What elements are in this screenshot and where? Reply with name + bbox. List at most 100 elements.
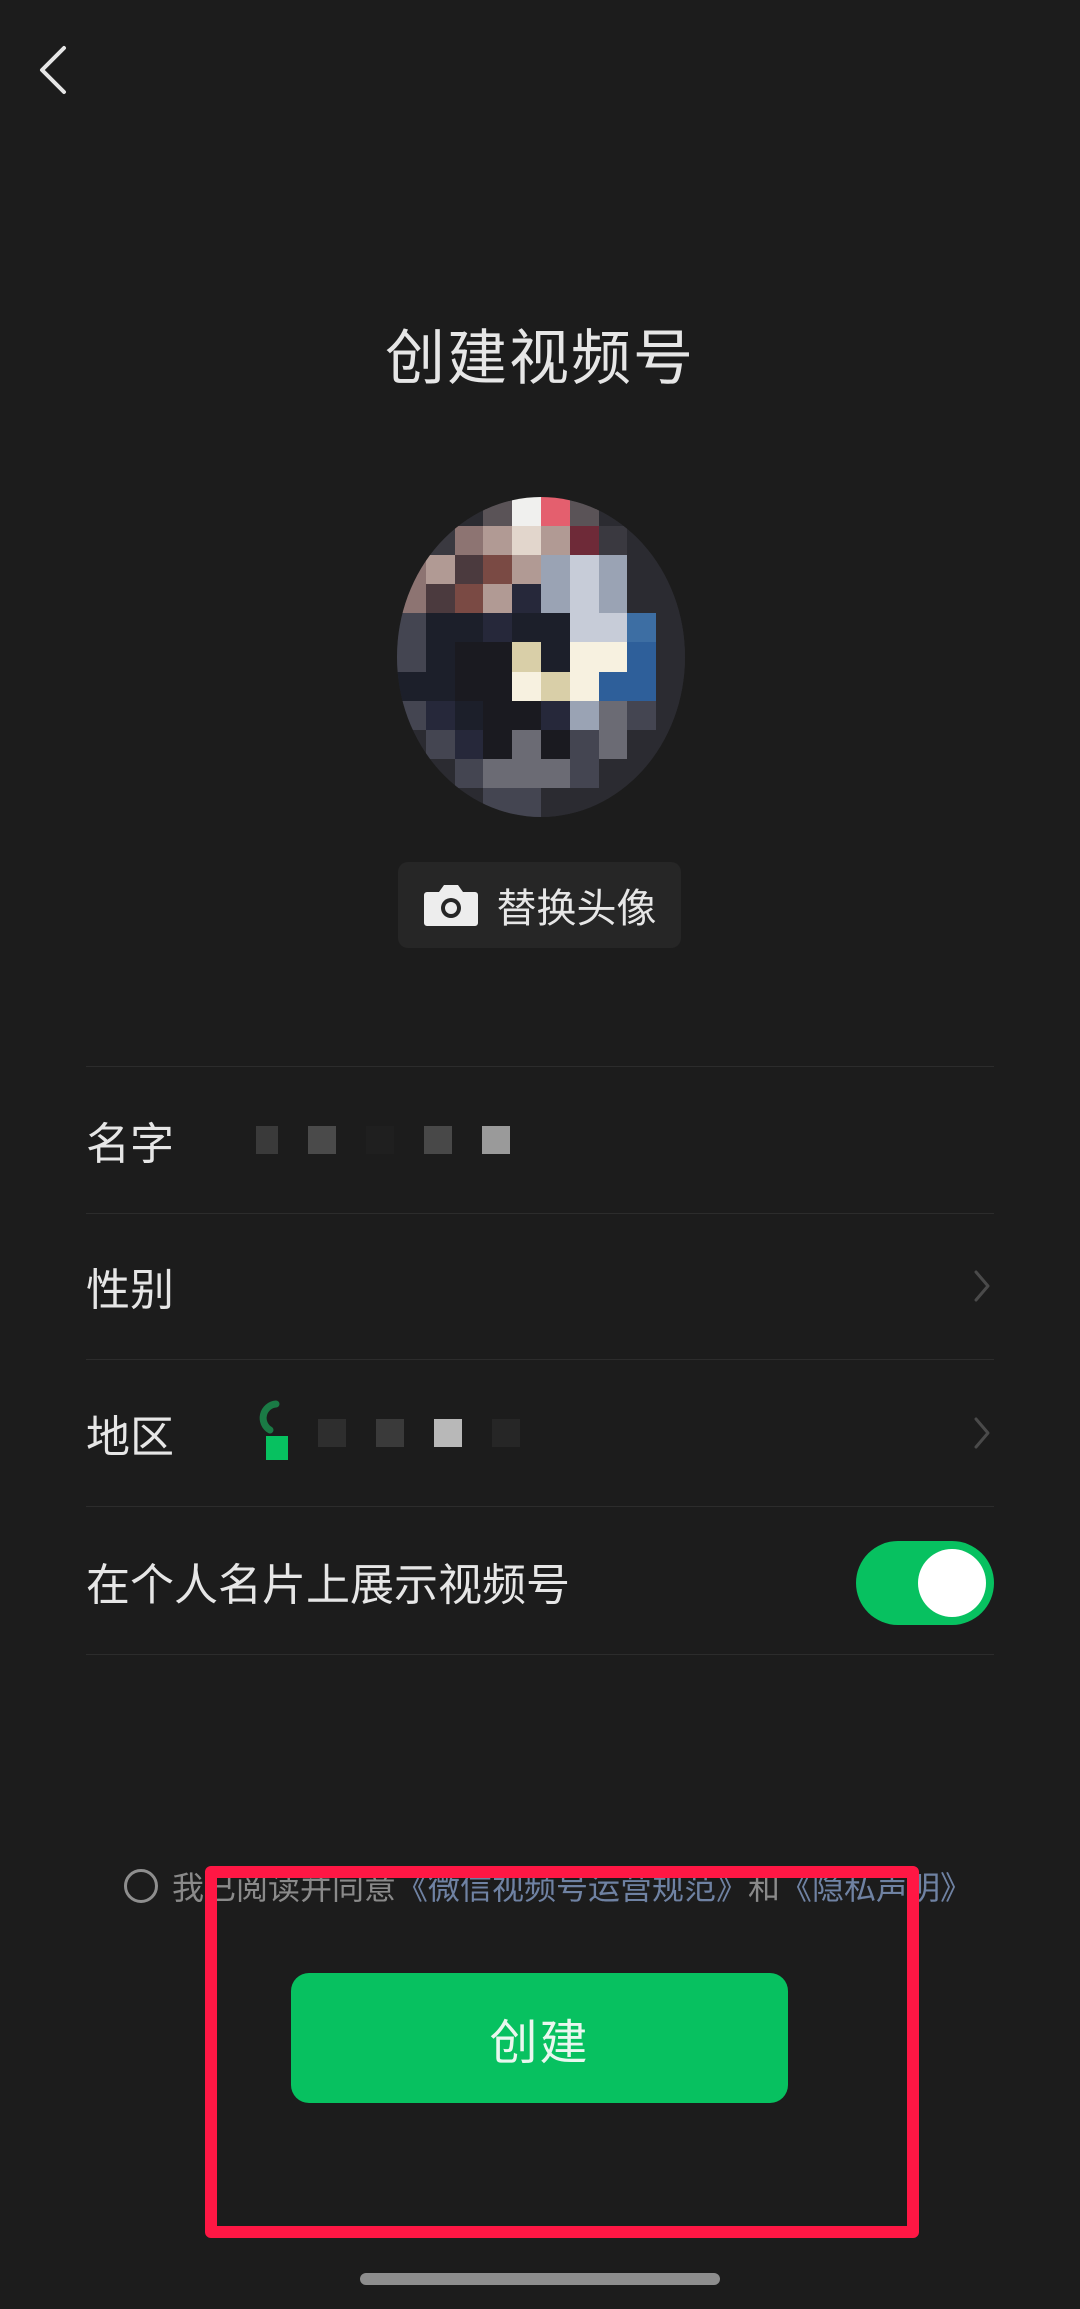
avatar-pixel [454, 787, 484, 817]
avatar-pixel [569, 787, 599, 817]
avatar-pixel [656, 758, 685, 788]
avatar-pixel [598, 787, 628, 817]
name-field[interactable] [256, 1067, 994, 1213]
avatar-pixel [397, 584, 426, 614]
avatar-pixel [569, 555, 599, 585]
avatar-pixel [627, 729, 657, 759]
avatar-pixel [425, 787, 455, 817]
avatar-pixel [627, 671, 657, 701]
avatar-pixel [656, 555, 685, 585]
redacted-block [256, 1126, 278, 1154]
avatar-pixel [454, 613, 484, 643]
avatar-pixel [540, 787, 570, 817]
avatar-pixel [540, 700, 570, 730]
avatar-pixel [540, 555, 570, 585]
region-label: 地区 [86, 1412, 174, 1463]
avatar-pixel [425, 700, 455, 730]
avatar-pixel [598, 671, 628, 701]
avatar-pixel [540, 758, 570, 788]
show-on-card-row: 在个人名片上展示视频号 [86, 1508, 994, 1655]
gender-value [256, 1213, 970, 1359]
redacted-block [366, 1126, 394, 1154]
avatar-pixel [569, 613, 599, 643]
avatar-pixel [454, 642, 484, 672]
avatar[interactable] [397, 497, 685, 817]
avatar-pixel [627, 758, 657, 788]
avatar-pixel [483, 555, 513, 585]
avatar-pixel [397, 671, 426, 701]
avatar-pixel [454, 729, 484, 759]
avatar-pixel [454, 758, 484, 788]
gender-row[interactable]: 性别 [86, 1213, 994, 1360]
avatar-pixel [656, 613, 685, 643]
avatar-pixel [454, 555, 484, 585]
back-button[interactable] [28, 40, 78, 100]
avatar-pixel [425, 584, 455, 614]
avatar-pixel [512, 642, 541, 672]
avatar-pixel [483, 758, 513, 788]
camera-icon [423, 885, 478, 926]
name-row[interactable]: 名字 [86, 1066, 994, 1214]
avatar-pixel [397, 700, 426, 730]
avatar-pixel [397, 729, 426, 759]
avatar-pixel [540, 613, 570, 643]
region-row[interactable]: 地区 [86, 1360, 994, 1507]
avatar-pixel [627, 642, 657, 672]
avatar-pixel [512, 758, 541, 788]
avatar-pixel [627, 555, 657, 585]
avatar-pixel [569, 497, 599, 527]
home-indicator[interactable] [360, 2273, 720, 2285]
avatar-pixel [540, 497, 570, 527]
avatar-pixel [598, 729, 628, 759]
agreement-prefix: 我已阅读并同意 [172, 1869, 397, 1907]
name-label: 名字 [86, 1119, 174, 1170]
avatar-pixel [512, 584, 541, 614]
create-button[interactable]: 创建 [291, 1973, 788, 2103]
avatar-pixel [483, 526, 513, 556]
avatar-pixel [598, 700, 628, 730]
avatar-pixel [569, 584, 599, 614]
avatar-pixel [627, 526, 657, 556]
avatar-pixel [656, 584, 685, 614]
chevron-left-icon [40, 46, 66, 94]
avatar-pixel [425, 671, 455, 701]
show-on-card-toggle[interactable] [856, 1541, 994, 1625]
avatar-pixel [483, 497, 513, 527]
redacted-block [492, 1419, 520, 1447]
avatar-pixel [425, 555, 455, 585]
avatar-pixel [540, 642, 570, 672]
avatar-pixel [569, 642, 599, 672]
agree-radio[interactable] [124, 1869, 158, 1903]
avatar-pixel [627, 787, 657, 817]
avatar-pixel [454, 584, 484, 614]
avatar-pixel [656, 671, 685, 701]
redacted-block [434, 1419, 462, 1447]
avatar-pixel [397, 555, 426, 585]
avatar-pixel [397, 758, 426, 788]
avatar-pixel [598, 555, 628, 585]
avatar-pixel [483, 671, 513, 701]
change-avatar-button[interactable]: 替换头像 [398, 862, 681, 948]
avatar-pixel [598, 526, 628, 556]
avatar-pixel [512, 497, 541, 527]
avatar-pixel [540, 584, 570, 614]
avatar-pixel [397, 526, 426, 556]
toggle-knob [918, 1549, 986, 1617]
redacted-block [482, 1126, 510, 1154]
redacted-block [318, 1419, 346, 1447]
gender-label: 性别 [86, 1265, 174, 1316]
avatar-pixel [540, 729, 570, 759]
chevron-right-icon [974, 1417, 990, 1449]
avatar-pixel [627, 700, 657, 730]
avatar-pixel [483, 787, 513, 817]
avatar-pixel [512, 787, 541, 817]
show-on-card-label: 在个人名片上展示视频号 [86, 1560, 570, 1611]
privacy-link[interactable]: 《隐私声明》 [780, 1863, 972, 1909]
avatar-pixel [598, 613, 628, 643]
avatar-pixel [397, 787, 426, 817]
avatar-pixel [512, 671, 541, 701]
avatar-pixel [397, 642, 426, 672]
avatar-pixel [483, 642, 513, 672]
ops-rules-link[interactable]: 《微信视频号运营规范》 [396, 1863, 748, 1909]
avatar-pixel [483, 613, 513, 643]
